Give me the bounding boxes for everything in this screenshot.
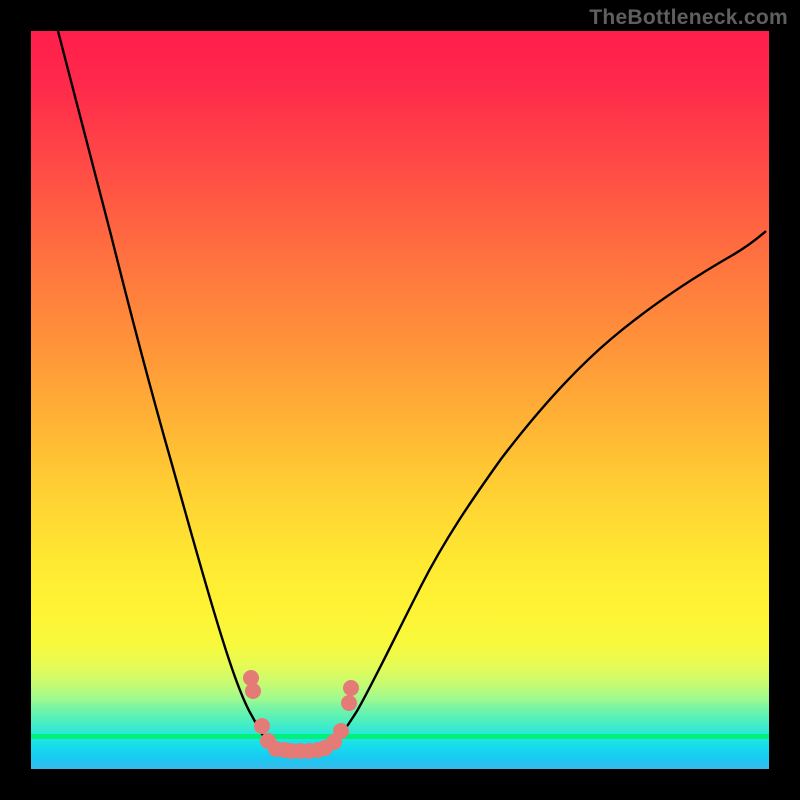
chart-stage: TheBottleneck.com — [0, 0, 800, 800]
plot-area — [31, 31, 769, 769]
curve-right — [331, 231, 766, 746]
watermark-text: TheBottleneck.com — [589, 6, 788, 30]
dot — [254, 718, 270, 734]
dot — [343, 680, 359, 696]
dot — [245, 683, 261, 699]
scatter-dots — [243, 670, 359, 759]
curve-left — [58, 31, 271, 747]
dot — [341, 695, 357, 711]
dot — [333, 723, 349, 739]
curves-layer — [31, 31, 769, 769]
